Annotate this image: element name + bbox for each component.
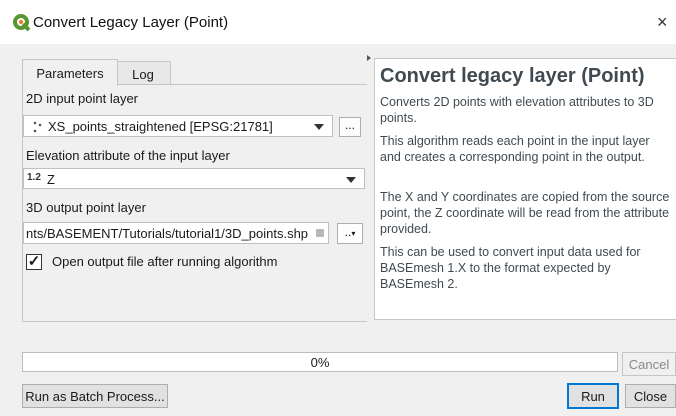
help-title: Convert legacy layer (Point)	[380, 65, 645, 87]
tab-parameters[interactable]: Parameters	[22, 59, 118, 86]
elevation-field-combo[interactable]: 1.2 Z	[23, 168, 365, 189]
open-output-label: Open output file after running algorithm	[52, 254, 278, 269]
open-output-checkbox[interactable]: ✓	[26, 254, 42, 270]
help-paragraph: This algorithm reads each point in the i…	[380, 134, 650, 164]
close-icon[interactable]: ×	[657, 12, 668, 33]
output-path-field[interactable]: nts/BASEMENT/Tutorials/tutorial1/3D_poin…	[23, 222, 329, 244]
input-browse-button[interactable]: ...	[339, 117, 361, 137]
output-browse-button[interactable]: ..▾	[337, 223, 363, 244]
chevron-down-icon	[314, 124, 324, 130]
point-layer-icon	[33, 121, 42, 133]
progress-bar: 0%	[22, 352, 618, 372]
help-paragraph: The X and Y coordinates are copied from …	[380, 190, 670, 236]
output-layer-label: 3D output point layer	[26, 200, 146, 215]
close-button[interactable]: Close	[625, 384, 676, 408]
splitter-handle-icon[interactable]	[367, 55, 371, 61]
output-path-value: nts/BASEMENT/Tutorials/tutorial1/3D_poin…	[26, 226, 309, 241]
title-bar: Convert Legacy Layer (Point) ×	[0, 0, 676, 44]
input-layer-value: XS_points_straightened [EPSG:21781]	[48, 119, 273, 134]
help-paragraph: This can be used to convert input data u…	[380, 245, 641, 291]
window-title: Convert Legacy Layer (Point)	[33, 14, 229, 31]
elevation-attribute-label: Elevation attribute of the input layer	[26, 148, 230, 163]
clear-icon[interactable]	[316, 229, 324, 237]
help-paragraph: Converts 2D points with elevation attrib…	[380, 95, 654, 125]
chevron-down-icon: ▾	[351, 229, 356, 238]
input-layer-combo[interactable]: XS_points_straightened [EPSG:21781]	[23, 115, 333, 137]
input-layer-label: 2D input point layer	[26, 91, 139, 106]
qgis-logo-icon	[13, 14, 31, 32]
numeric-field-icon: 1.2	[27, 172, 41, 183]
elevation-field-value: Z	[47, 172, 55, 187]
chevron-down-icon	[346, 177, 356, 183]
run-batch-button[interactable]: Run as Batch Process...	[22, 384, 168, 408]
parameters-panel: 2D input point layer XS_points_straighte…	[22, 84, 367, 322]
help-panel: Convert legacy layer (Point) Converts 2D…	[374, 58, 676, 320]
run-button[interactable]: Run	[567, 383, 619, 409]
progress-text: 0%	[310, 355, 330, 370]
cancel-button[interactable]: Cancel	[622, 352, 676, 376]
